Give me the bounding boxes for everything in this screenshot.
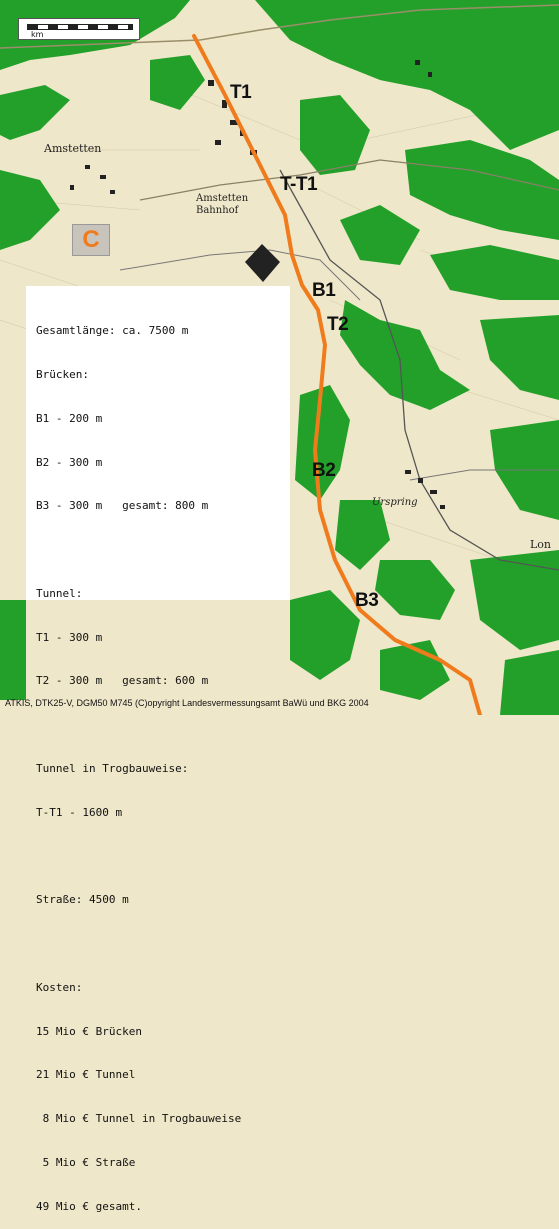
place-label-amstetten-bahnhof: Amstetten Bahnhof	[196, 193, 249, 216]
place-label-lon: Lon	[530, 538, 552, 551]
segment-label-t1: T1	[230, 82, 252, 103]
info-line: 21 Mio € Tunnel	[36, 1068, 136, 1082]
place-label-urspring: Urspring	[372, 497, 418, 508]
info-line: Tunnel:	[36, 586, 83, 600]
info-line	[36, 937, 290, 952]
scale-unit-label: km	[31, 30, 44, 39]
project-info-box: Gesamtlänge: ca. 7500 m Brücken: B1 - 20…	[26, 286, 290, 1213]
segment-label-b3: B3	[355, 590, 379, 611]
info-line: 15 Mio € Brücken	[36, 1024, 142, 1038]
info-line: 49 Mio € gesamt.	[36, 1199, 142, 1213]
info-line: Straße: 4500 m	[36, 893, 129, 907]
info-line: 8 Mio € Tunnel in Trogbauweise	[36, 1112, 242, 1126]
segment-label-b1: B1	[312, 280, 336, 301]
place-label-amstetten: Amstetten	[44, 142, 102, 155]
info-line: Tunnel in Trogbauweise:	[36, 762, 189, 775]
info-line: T-T1 - 1600 m	[36, 805, 123, 819]
info-line: T1 - 300 m	[36, 630, 103, 644]
area-badge: C	[72, 224, 110, 256]
info-line: 5 Mio € Straße	[36, 1156, 136, 1170]
segment-label-t-t1: T-T1	[280, 174, 318, 195]
info-line: B3 - 300 m gesamt: 800 m	[36, 499, 209, 513]
info-line	[36, 718, 290, 733]
segment-label-t2: T2	[327, 314, 349, 335]
info-line: T2 - 300 m gesamt: 600 m	[36, 674, 209, 688]
segment-label-b2: B2	[312, 460, 336, 481]
copyright-notice: ATKIS, DTK25-V, DGM50 M745 (C)opyright L…	[5, 698, 369, 708]
info-line	[36, 543, 290, 558]
info-line: Gesamtlänge: ca. 7500 m	[36, 324, 189, 338]
info-line: B2 - 300 m	[36, 455, 103, 469]
info-line	[36, 850, 290, 865]
info-line: Brücken:	[36, 367, 89, 381]
info-line: Kosten:	[36, 980, 83, 994]
scale-bar: km	[18, 18, 140, 40]
info-line: B1 - 200 m	[36, 411, 103, 425]
